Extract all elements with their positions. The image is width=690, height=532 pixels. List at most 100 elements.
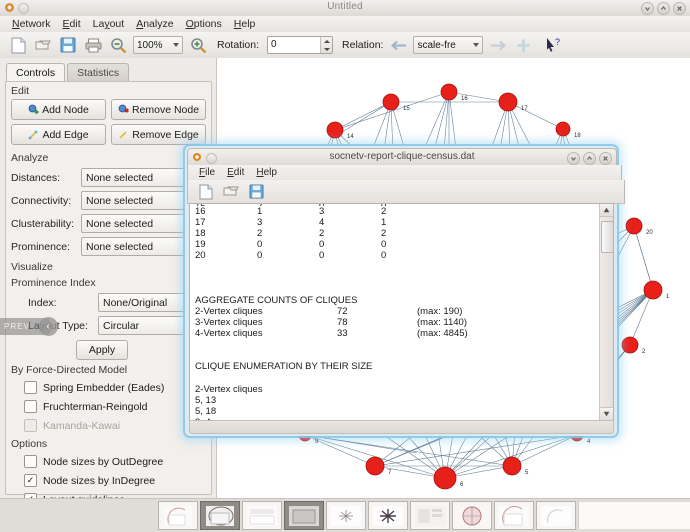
node-label: 2 (642, 349, 646, 355)
menu-help[interactable]: Help (228, 17, 262, 31)
new-file-icon[interactable] (8, 35, 28, 55)
filmstrip-thumbnail[interactable] (536, 501, 576, 530)
scroll-up-icon[interactable] (600, 204, 613, 217)
filmstrip-thumbnail[interactable] (368, 501, 408, 530)
filmstrip-thumbnail[interactable] (452, 501, 492, 530)
checkbox-fruchterman-reingold[interactable]: Fruchterman-Reingold (6, 397, 211, 416)
stepper-down-icon[interactable] (323, 47, 330, 51)
chevron-down-icon (473, 43, 480, 47)
cell: 2 (257, 228, 263, 240)
layout-type-value: Circular (103, 319, 140, 332)
new-file-icon[interactable] (196, 182, 216, 202)
tab-controls[interactable]: Controls (6, 63, 66, 82)
analyze-group-title: Analyze (11, 152, 49, 164)
checkbox-icon[interactable]: ✓ (24, 474, 37, 487)
remove-node-button[interactable]: Remove Node (111, 99, 206, 120)
dialog-window-controls (567, 152, 612, 165)
aggregate-max: (max: 4845) (417, 328, 468, 340)
graph-node[interactable] (326, 121, 344, 139)
filmstrip-thumbnail[interactable] (284, 501, 324, 530)
filmstrip-thumbnail[interactable] (494, 501, 534, 530)
stepper-up-icon[interactable] (323, 39, 330, 43)
checkbox-node-sizes-indegree[interactable]: ✓ Node sizes by InDegree (6, 471, 211, 490)
minimize-button[interactable] (641, 2, 654, 15)
rotation-value[interactable]: 0 (268, 37, 320, 53)
dialog-menubar: File Edit Help (187, 165, 622, 180)
zoom-in-icon[interactable] (188, 35, 208, 55)
graph-node[interactable] (365, 456, 385, 476)
remove-edge-button[interactable]: Remove Edge (111, 124, 206, 145)
menu-edit[interactable]: Edit (57, 17, 87, 31)
checkbox-icon[interactable] (24, 455, 37, 468)
zoom-out-icon[interactable] (108, 35, 128, 55)
dialog-menu-edit[interactable]: Edit (221, 167, 250, 178)
open-folder-icon[interactable] (33, 35, 53, 55)
save-icon[interactable] (58, 35, 78, 55)
menu-analyze[interactable]: Analyze (130, 17, 179, 31)
checkbox-icon[interactable] (24, 400, 37, 413)
enumeration-item-row: 5, 13 (195, 395, 599, 406)
checkbox-kamanda-kawai: Kamanda-Kawai (6, 416, 211, 435)
report-scrollbar[interactable] (599, 204, 613, 420)
field-distances: Distances: None selected (6, 166, 211, 189)
arrow-right-icon[interactable] (488, 35, 508, 55)
filmstrip-thumbnail[interactable] (410, 501, 450, 530)
scroll-down-icon[interactable] (600, 407, 613, 420)
checkbox-icon[interactable] (24, 381, 37, 394)
filmstrip-thumbnail[interactable] (158, 501, 198, 530)
scrollbar-thumb[interactable] (601, 221, 613, 253)
print-icon[interactable] (83, 35, 103, 55)
cell: 0 (257, 239, 263, 251)
connectivity-label: Connectivity: (11, 194, 72, 207)
graph-node[interactable] (433, 466, 457, 490)
node-label: 7 (388, 470, 392, 476)
menu-layout[interactable]: Layout (87, 17, 131, 31)
checkbox-node-sizes-outdegree[interactable]: Node sizes by OutDegree (6, 452, 211, 471)
chevron-left-icon[interactable]: ‹ (39, 317, 58, 336)
dialog-menu-file[interactable]: File (193, 167, 221, 178)
report-text-content: 152001613217341182221900020000AGGREGATE … (190, 204, 599, 420)
dialog-menu-help[interactable]: Help (250, 167, 283, 178)
whats-this-icon[interactable]: ? (544, 35, 564, 55)
add-edge-button[interactable]: Add Edge (11, 124, 106, 145)
dialog-minimize-button[interactable] (567, 152, 580, 165)
dialog-maximize-button[interactable] (583, 152, 596, 165)
maximize-button[interactable] (657, 2, 670, 15)
distances-value: None selected (86, 171, 154, 184)
graph-node[interactable] (502, 456, 522, 476)
arrow-left-icon[interactable] (388, 35, 408, 55)
save-icon[interactable] (246, 182, 266, 202)
filmstrip-thumbnail[interactable] (326, 501, 366, 530)
open-folder-icon[interactable] (221, 182, 241, 202)
filmstrip-thumbnail[interactable] (242, 501, 282, 530)
graph-node[interactable] (625, 217, 643, 235)
rotation-spinner[interactable]: 0 (267, 36, 334, 54)
filmstrip-thumbnail[interactable] (200, 501, 240, 530)
zoom-level-select[interactable]: 100% (133, 36, 183, 54)
add-node-button[interactable]: Add Node (11, 99, 106, 120)
graph-node[interactable] (555, 121, 571, 137)
graph-node[interactable] (643, 280, 663, 300)
report-text-area[interactable]: 152001613217341182221900020000AGGREGATE … (189, 203, 614, 421)
relation-select[interactable]: scale-fre (413, 36, 484, 54)
prev-navigation-badge[interactable]: PREV ‹ (0, 317, 58, 336)
checkbox-spring-embedder[interactable]: Spring Embedder (Eades) (6, 378, 211, 397)
graph-node[interactable] (440, 83, 458, 101)
rotation-stepper[interactable] (320, 37, 333, 53)
edit-node-button-row: Add Node Remove Node (6, 99, 211, 124)
graph-node[interactable] (382, 93, 400, 111)
tab-statistics[interactable]: Statistics (67, 63, 130, 82)
aggregate-count: 78 (337, 316, 348, 328)
apply-button[interactable]: Apply (76, 340, 128, 360)
graph-node[interactable] (621, 336, 639, 354)
menu-options[interactable]: Options (180, 17, 228, 31)
graph-node[interactable] (498, 92, 518, 112)
dialog-close-button[interactable] (599, 152, 612, 165)
plus-icon[interactable] (513, 35, 533, 55)
chevron-down-icon (173, 43, 179, 47)
close-button[interactable] (673, 2, 686, 15)
menu-network[interactable]: NNetworketwork (6, 17, 57, 31)
aggregate-label: 2-Vertex cliques (195, 305, 263, 317)
